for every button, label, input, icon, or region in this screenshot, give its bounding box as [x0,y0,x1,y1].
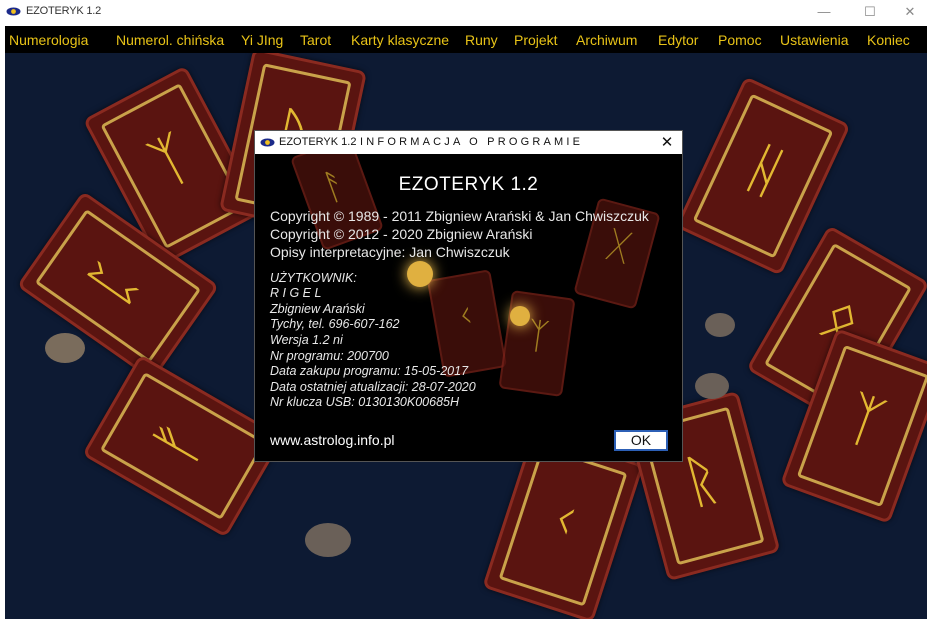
menu-item-koniec[interactable]: Koniec [867,32,910,48]
dialog-heading: INFORMACJA O PROGRAMIE [360,136,584,148]
candle [407,261,433,287]
interpretation-credit: Opisy interpretacyjne: Jan Chwiszczuk [270,244,510,260]
minimize-button[interactable]: — [802,0,846,24]
dialog-app-name: EZOTERYK 1.2 [279,136,357,148]
rune-card: ᚠ [82,354,284,538]
window-titlebar: EZOTERYK 1.2 — ☐ ✕ [0,0,932,24]
website-link[interactable]: www.astrolog.info.pl [270,432,395,448]
menu-item-pomoc[interactable]: Pomoc [718,32,762,48]
ok-button[interactable]: OK [614,430,668,451]
menu-item-karty-klasyczne[interactable]: Karty klasyczne [351,32,449,48]
dialog-titlebar: EZOTERYK 1.2 INFORMACJA O PROGRAMIE ✕ [255,131,682,154]
candle [510,306,530,326]
close-button[interactable]: ✕ [888,0,932,24]
update-date: Data ostatniej atualizacji: 28-07-2020 [270,380,476,394]
owner-name: Zbigniew Arański [270,302,365,316]
eye-logo-icon [260,138,275,147]
eye-logo-icon [6,7,21,16]
stone [705,313,735,337]
program-number: Nr programu: 200700 [270,349,389,363]
dialog-body: ᚨ ᚷ ᚲ ᛉ EZOTERYK 1.2 Copyright © 1989 - … [255,154,682,461]
stone [45,333,85,363]
owner-contact: Tychy, tel. 696-607-162 [270,317,400,331]
product-name: EZOTERYK 1.2 [398,174,539,195]
user-label: UŻYTKOWNIK: [270,271,357,285]
menu-item-ustawienia[interactable]: Ustawienia [780,32,848,48]
menu-item-edytor[interactable]: Edytor [658,32,698,48]
about-dialog: EZOTERYK 1.2 INFORMACJA O PROGRAMIE ✕ ᚨ … [255,131,682,461]
rune-card: ᛉ [498,290,576,397]
dialog-close-button[interactable]: ✕ [653,132,681,154]
menu-item-archiwum[interactable]: Archiwum [576,32,637,48]
menu-item-runy[interactable]: Runy [465,32,498,48]
usb-key-number: Nr klucza USB: 0130130K00685H [270,395,460,409]
menu-item-yi-jing[interactable]: Yi JIng [241,32,283,48]
menu-bar: Numerologia Numerol. chińska Yi JIng Tar… [5,26,927,53]
menu-item-projekt[interactable]: Projekt [514,32,558,48]
stone [305,523,351,557]
user-name: R I G E L [270,286,322,300]
copyright-line: Copyright © 2012 - 2020 Zbigniew Arański [270,226,533,242]
version: Wersja 1.2 ni [270,333,343,347]
menu-item-tarot[interactable]: Tarot [300,32,331,48]
menu-item-numerologia[interactable]: Numerologia [9,32,88,48]
maximize-button[interactable]: ☐ [848,0,892,24]
menu-item-numerologia-chinska[interactable]: Numerol. chińska [116,32,224,48]
purchase-date: Data zakupu programu: 15-05-2017 [270,364,469,378]
copyright-line: Copyright © 1989 - 2011 Zbigniew Arański… [270,208,649,224]
window-title: EZOTERYK 1.2 [26,5,102,17]
stone [695,373,729,399]
rune-card: ᚲ [426,269,508,378]
